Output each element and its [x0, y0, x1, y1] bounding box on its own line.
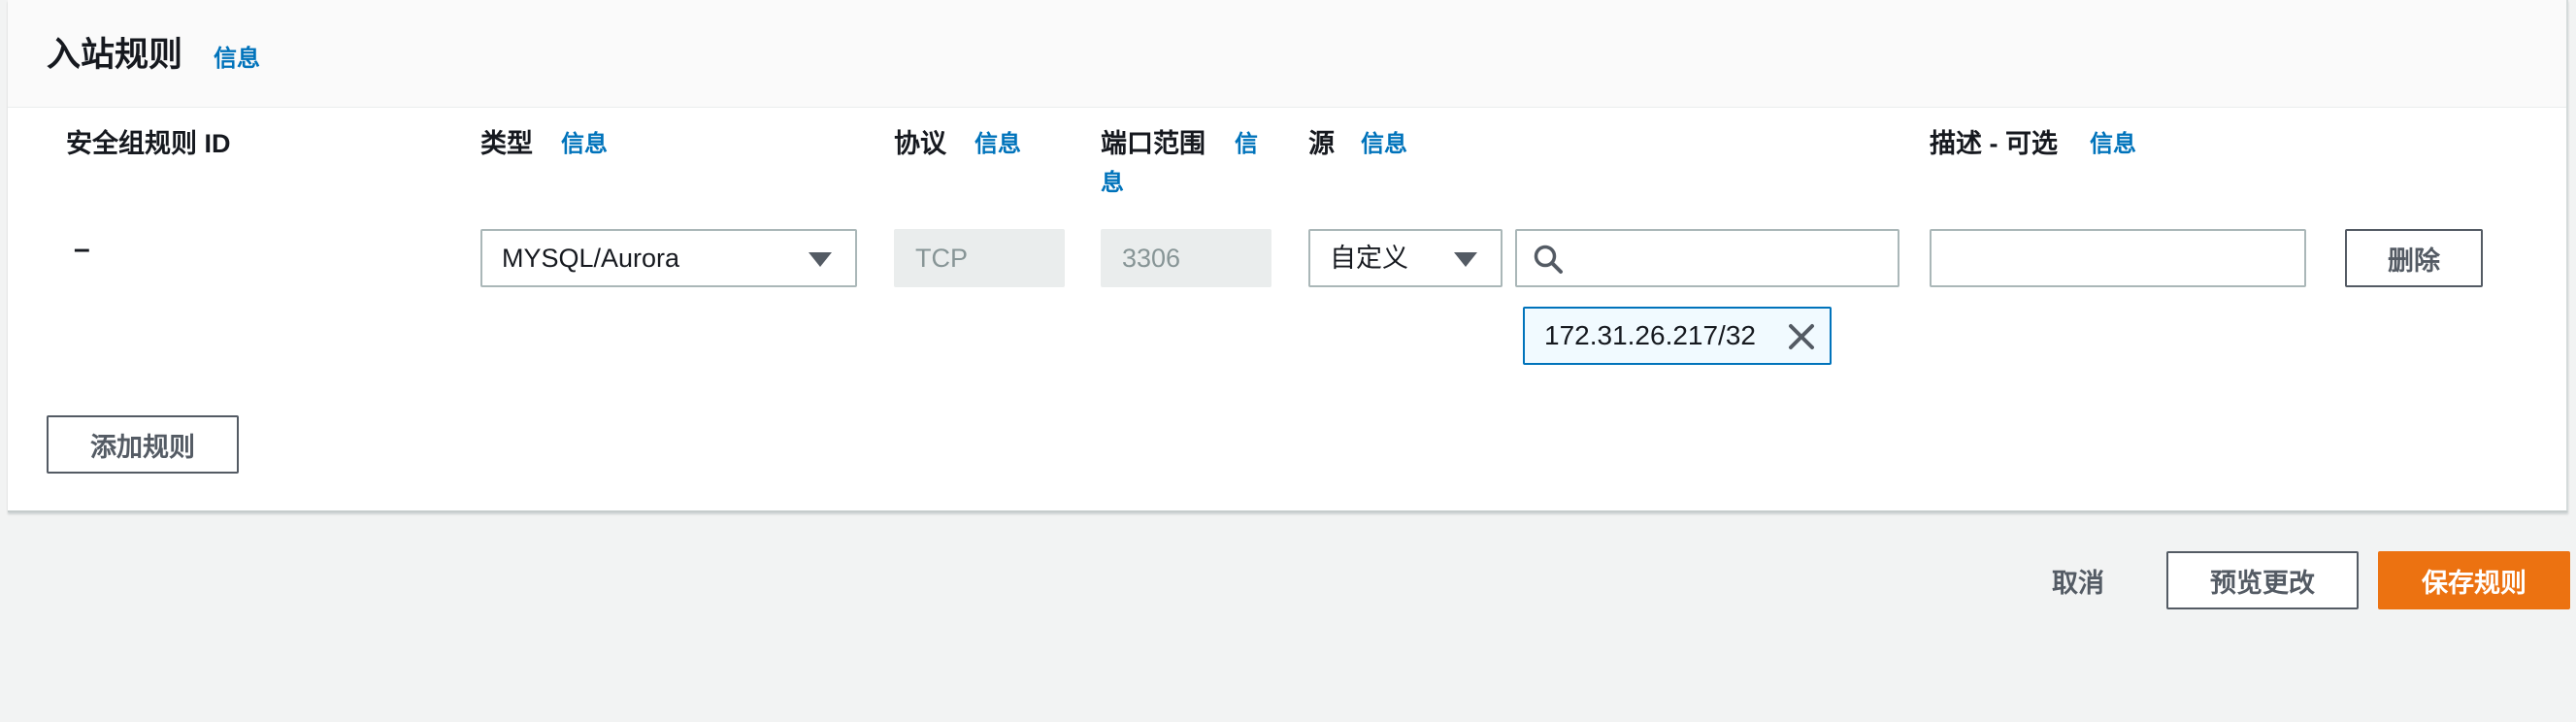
caret-down-icon	[809, 252, 832, 267]
panel-title: 入站规则	[47, 36, 183, 74]
source-token-label: 172.31.26.217/32	[1544, 320, 1756, 350]
source-type-select[interactable]: 自定义	[1308, 229, 1503, 287]
title-info-link[interactable]: 信息	[214, 39, 260, 73]
inbound-rules-panel: 入站规则 信息 安全组规则 ID 类型 信息 协议 信息 端口范围 信 息 源 …	[8, 0, 2568, 512]
source-info-link[interactable]: 信息	[1361, 124, 1407, 158]
close-icon[interactable]	[1783, 318, 1820, 355]
col-header-rule-id: 安全组规则 ID	[66, 129, 231, 158]
port-range-value: 3306	[1122, 244, 1181, 273]
cancel-button[interactable]: 取消	[2031, 551, 2126, 609]
col-header-description: 描述 - 可选	[1930, 129, 2058, 158]
rule-id-value: –	[74, 233, 90, 265]
add-rule-button[interactable]: 添加规则	[47, 415, 239, 474]
source-search-input[interactable]	[1515, 229, 1899, 287]
panel-header: 入站规则 信息	[8, 0, 2566, 108]
caret-down-icon	[1454, 252, 1477, 267]
protocol-value: TCP	[915, 244, 968, 273]
protocol-info-link[interactable]: 信息	[974, 124, 1021, 158]
source-type-value: 自定义	[1330, 244, 1408, 273]
source-token: 172.31.26.217/32	[1523, 307, 1832, 365]
col-header-protocol: 协议	[894, 129, 946, 158]
port-info-link-line2[interactable]: 息	[1101, 163, 1124, 197]
protocol-field: TCP	[894, 229, 1065, 287]
type-info-link[interactable]: 信息	[561, 124, 608, 158]
type-select-value: MYSQL/Aurora	[502, 244, 680, 273]
description-input[interactable]	[1930, 229, 2306, 287]
search-icon	[1534, 245, 1563, 274]
description-info-link[interactable]: 信息	[2090, 124, 2136, 158]
save-rules-button[interactable]: 保存规则	[2378, 551, 2570, 609]
type-select[interactable]: MYSQL/Aurora	[480, 229, 857, 287]
port-range-field: 3306	[1101, 229, 1271, 287]
col-header-port-range: 端口范围	[1101, 129, 1205, 158]
preview-changes-button[interactable]: 预览更改	[2166, 551, 2359, 609]
delete-rule-button[interactable]: 删除	[2345, 229, 2483, 287]
port-info-link-line1[interactable]: 信	[1235, 124, 1258, 158]
col-header-source: 源	[1308, 129, 1335, 158]
col-header-type: 类型	[480, 129, 533, 158]
